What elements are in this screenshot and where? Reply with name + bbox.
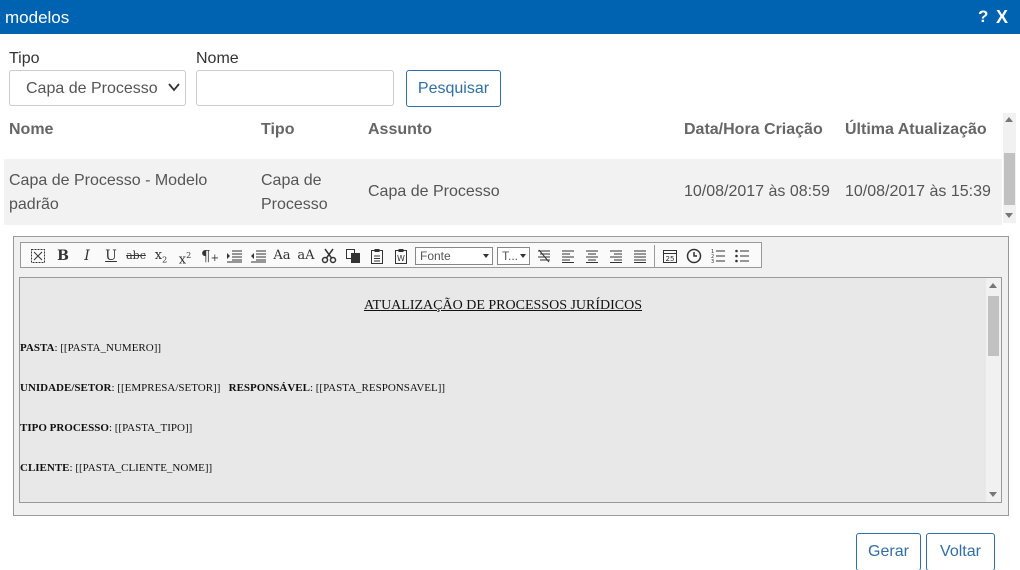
- field-unidade-label: UNIDADE/SETOR: [20, 382, 112, 394]
- font-select-value: Fonte: [420, 249, 451, 263]
- svg-text:W: W: [397, 254, 405, 263]
- cut-icon[interactable]: [319, 246, 339, 266]
- gerar-button[interactable]: Gerar: [856, 533, 921, 570]
- copy-icon[interactable]: [343, 246, 363, 266]
- field-tipo-value: : [[PASTA_TIPO]]: [108, 422, 193, 434]
- time-icon[interactable]: [683, 246, 705, 266]
- cell-atualizacao: 10/08/2017 às 15:39: [845, 183, 991, 200]
- align-left-icon[interactable]: [557, 246, 579, 266]
- unordered-list-icon[interactable]: [731, 246, 753, 266]
- rich-text-editor: B I U abc x2 x2 ¶+ Aa aA W Fonte T... 25…: [13, 236, 1009, 516]
- window-title: modelos: [5, 8, 70, 27]
- justify-icon[interactable]: [629, 246, 651, 266]
- field-tipo-label: TIPO PROCESSO: [20, 422, 109, 434]
- indent-icon[interactable]: [223, 246, 245, 266]
- window-titlebar: modelos ? X: [0, 0, 1020, 34]
- field-cliente-label: CLIENTE: [20, 462, 70, 474]
- cell-nome-line1: Capa de Processo - Modelo: [9, 172, 208, 189]
- bold-icon[interactable]: B: [53, 246, 73, 266]
- date-icon[interactable]: 25: [659, 246, 681, 266]
- toolbar-separator: [654, 245, 655, 267]
- cell-nome: Capa de Processo - Modelo padrão: [9, 169, 207, 217]
- lowercase-icon[interactable]: aA: [295, 246, 317, 266]
- chevron-down-icon: [168, 83, 180, 92]
- field-responsavel-value: : [[PASTA_RESPONSAVEL]]: [309, 382, 446, 394]
- editor-scrollbar[interactable]: [986, 278, 1001, 502]
- align-right-icon[interactable]: [605, 246, 627, 266]
- italic-icon[interactable]: I: [77, 246, 97, 266]
- clear-format-icon[interactable]: [533, 246, 555, 266]
- ordered-list-icon[interactable]: 123: [707, 246, 729, 266]
- field-responsavel-label: RESPONSÁVEL: [228, 382, 310, 394]
- column-header-nome[interactable]: Nome: [9, 121, 53, 139]
- field-unidade: UNIDADE/SETOR: [[EMPRESA/SETOR]] RESPONS…: [20, 382, 445, 394]
- table-row[interactable]: Capa de Processo - Modelo padrão Capa de…: [4, 159, 1002, 225]
- scroll-down-icon[interactable]: [1005, 213, 1013, 218]
- help-button[interactable]: ?: [978, 7, 988, 27]
- document-heading: ATUALIZAÇÃO DE PROCESSOS JURÍDICOS: [363, 298, 643, 313]
- tipo-select-value: Capa de Processo: [26, 80, 158, 97]
- svg-text:25: 25: [666, 255, 675, 263]
- superscript-icon[interactable]: x2: [175, 246, 195, 267]
- cell-assunto: Capa de Processo: [368, 183, 500, 200]
- tipo-select[interactable]: Capa de Processo: [9, 70, 186, 106]
- strikethrough-icon[interactable]: abc: [125, 246, 147, 266]
- field-pasta-value: : [[PASTA_NUMERO]]: [54, 342, 162, 354]
- subscript-icon[interactable]: x2: [151, 246, 171, 266]
- align-center-icon[interactable]: [581, 246, 603, 266]
- search-button[interactable]: Pesquisar: [406, 70, 501, 107]
- close-button[interactable]: X: [996, 7, 1008, 28]
- editor-scrollbar-thumb[interactable]: [988, 296, 999, 356]
- cell-tipo: Capa de Processo: [261, 169, 328, 217]
- dropdown-arrow-icon: [483, 254, 489, 258]
- editor-content[interactable]: ATUALIZAÇÃO DE PROCESSOS JURÍDICOS PASTA…: [19, 277, 1002, 503]
- field-tipo-processo: TIPO PROCESSO: [[PASTA_TIPO]]: [20, 422, 192, 434]
- scroll-down-icon[interactable]: [989, 492, 997, 497]
- field-unidade-value: : [[EMPRESA/SETOR]]: [111, 382, 221, 394]
- field-cliente-value: : [[PASTA_CLIENTE_NOME]]: [69, 462, 213, 474]
- select-all-icon[interactable]: [27, 246, 49, 266]
- editor-toolbar: B I U abc x2 x2 ¶+ Aa aA W Fonte T... 25…: [20, 242, 762, 268]
- size-select-value: T...: [502, 249, 519, 263]
- field-pasta: PASTA: [[PASTA_NUMERO]]: [20, 342, 161, 354]
- scroll-up-icon[interactable]: [989, 283, 997, 288]
- outdent-icon[interactable]: [247, 246, 269, 266]
- underline-icon[interactable]: U: [101, 246, 121, 266]
- table-scrollbar[interactable]: [1003, 113, 1016, 223]
- column-header-assunto[interactable]: Assunto: [368, 121, 432, 139]
- cell-nome-line2: padrão: [9, 196, 59, 213]
- nome-label: Nome: [196, 50, 239, 67]
- dropdown-arrow-icon: [520, 254, 526, 258]
- table-scrollbar-thumb[interactable]: [1004, 153, 1015, 205]
- size-select[interactable]: T...: [497, 247, 530, 265]
- column-header-criacao[interactable]: Data/Hora Criação: [684, 121, 823, 139]
- scroll-up-icon[interactable]: [1005, 117, 1013, 122]
- cell-criacao: 10/08/2017 às 08:59: [684, 183, 830, 200]
- cell-tipo-line1: Capa de: [261, 172, 322, 189]
- column-header-tipo[interactable]: Tipo: [261, 121, 294, 139]
- voltar-button[interactable]: Voltar: [926, 533, 995, 570]
- uppercase-icon[interactable]: Aa: [271, 246, 293, 266]
- column-header-atualizacao[interactable]: Última Atualização: [845, 121, 987, 139]
- field-cliente: CLIENTE: [[PASTA_CLIENTE_NOME]]: [20, 462, 212, 474]
- paragraph-icon[interactable]: ¶+: [199, 246, 221, 266]
- paste-word-icon[interactable]: W: [391, 246, 411, 266]
- cell-tipo-line2: Processo: [261, 196, 328, 213]
- svg-text:3: 3: [711, 259, 714, 264]
- nome-input[interactable]: [196, 70, 394, 106]
- paste-icon[interactable]: [367, 246, 387, 266]
- font-select[interactable]: Fonte: [415, 247, 493, 265]
- field-pasta-label: PASTA: [20, 342, 55, 354]
- tipo-label: Tipo: [9, 50, 40, 67]
